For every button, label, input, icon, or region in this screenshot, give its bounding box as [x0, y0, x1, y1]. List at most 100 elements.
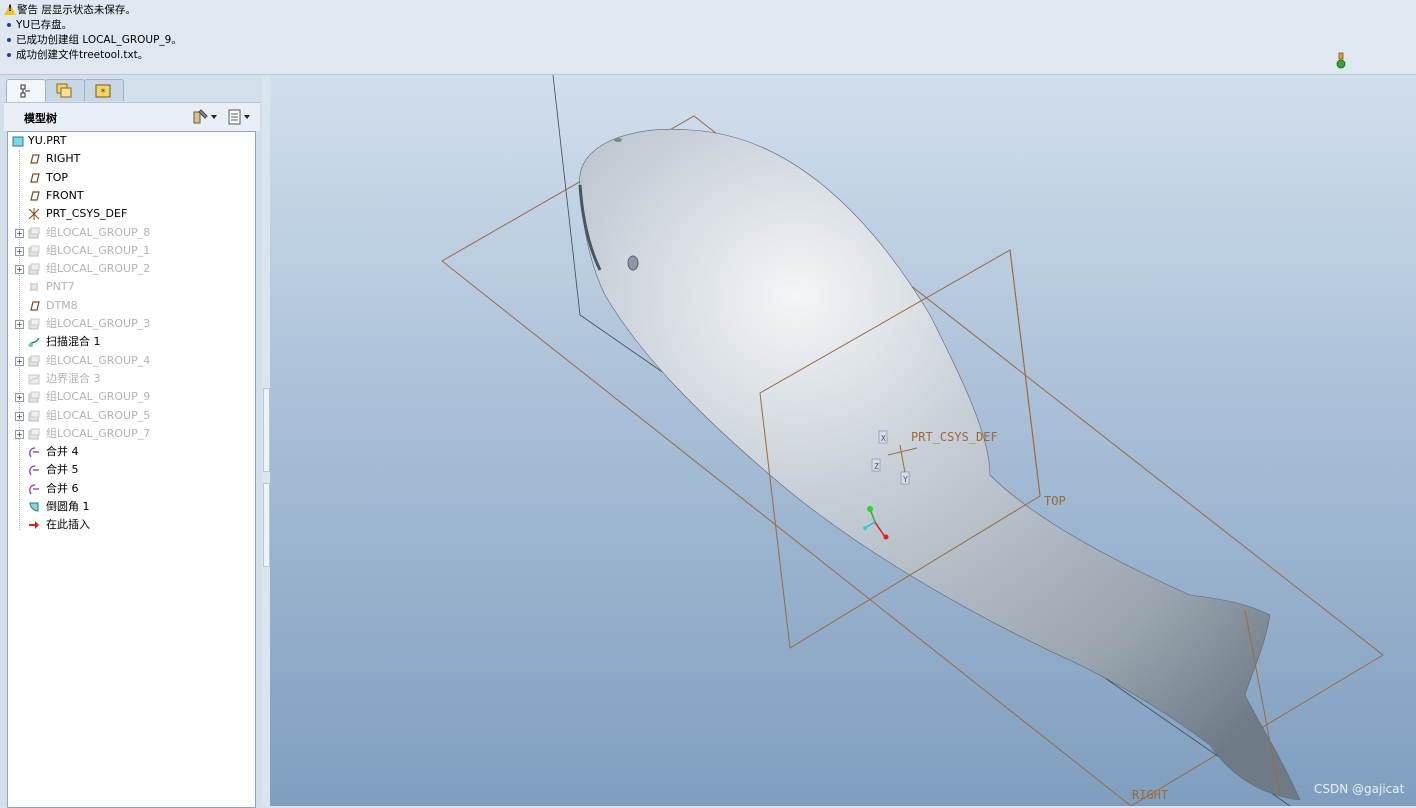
tree-item[interactable]: TOP — [8, 169, 253, 187]
tree-item-label: 在此插入 — [46, 518, 90, 532]
tree-item-label: YU.PRT — [28, 134, 67, 147]
group-icon — [28, 391, 40, 403]
expand-icon[interactable]: + — [15, 246, 24, 256]
tree-item[interactable]: 合并 4 — [8, 443, 253, 461]
group-icon — [28, 227, 40, 238]
expand-icon[interactable]: + — [15, 356, 24, 366]
tree-item-label: 扫描混合 1 — [46, 335, 101, 349]
tree-item[interactable]: PRT_CSYS_DEF — [8, 205, 253, 223]
group-icon — [28, 245, 40, 257]
favorites-tab-icon: * — [95, 84, 111, 98]
collapse-handle[interactable] — [263, 483, 270, 567]
collapse-handle[interactable] — [263, 388, 270, 472]
tree-item-label: 组LOCAL_GROUP_4 — [46, 353, 151, 367]
tree-item-label: FRONT — [46, 188, 84, 202]
tree-item[interactable]: 扫描混合 1 — [8, 333, 253, 351]
csys-icon — [28, 208, 40, 221]
tree-item-label: 组LOCAL_GROUP_5 — [46, 408, 151, 422]
datum-plane-icon — [30, 172, 40, 183]
tab-folder-browser[interactable] — [45, 79, 85, 101]
settings-tools-dropdown-icon[interactable] — [191, 108, 219, 126]
group-icon — [28, 410, 40, 421]
tree-item[interactable]: + 组LOCAL_GROUP_2 — [8, 260, 253, 278]
tree-item-label: TOP — [46, 170, 69, 184]
group-icon — [28, 355, 40, 367]
datum-point-icon — [29, 283, 39, 292]
tree-item-label: 合并 4 — [46, 445, 79, 459]
eye — [627, 255, 639, 271]
top-plane-label: TOP — [1044, 494, 1066, 508]
tree-item[interactable]: FRONT — [8, 187, 253, 205]
group-icon — [28, 428, 40, 440]
round-icon — [29, 502, 39, 512]
tree-item[interactable]: + 组LOCAL_GROUP_4 — [8, 352, 253, 370]
tree-item[interactable]: 倒圆角 1 — [8, 498, 253, 516]
tree-item-label: PNT7 — [46, 280, 75, 294]
watermark: CSDN @gajicat — [1314, 782, 1405, 796]
expand-icon[interactable]: + — [15, 320, 24, 329]
tree-item[interactable]: + 组LOCAL_GROUP_7 — [8, 425, 253, 443]
model-tree-tab-icon — [20, 84, 30, 98]
csys-label: PRT_CSYS_DEF — [911, 430, 998, 444]
tree-item-label: PRT_CSYS_DEF — [46, 207, 128, 221]
tab-favorites[interactable]: * — [84, 79, 124, 101]
message-line: 已成功创建组 LOCAL_GROUP_9。 — [4, 33, 182, 48]
graphics-window[interactable]: X Z Y PRT_CSYS_DEF TOP RIGHT CSDN @gajic… — [270, 75, 1416, 806]
message-line: 成功创建文件treetool.txt。 — [4, 48, 148, 63]
expand-icon[interactable]: + — [15, 393, 24, 403]
group-icon — [28, 318, 40, 330]
navigator-panel: * 模型树 YU.PRT RIGHT TOP FRONT PRT_CSYS_DEF + 组L… — [0, 75, 262, 808]
top-plane-edge — [1009, 249, 1041, 496]
message-area: 警告 层显示状态未保存。 YU已存盘。 已成功创建组 LOCAL_GROUP_9… — [0, 0, 1416, 75]
message-line: YU已存盘。 — [4, 18, 72, 33]
merge-icon — [29, 465, 39, 476]
tree-item[interactable]: RIGHT — [8, 150, 253, 168]
tree-item[interactable]: DTM8 — [8, 297, 253, 315]
show-dropdown-icon[interactable] — [226, 108, 254, 126]
tree-item[interactable]: + 组LOCAL_GROUP_3 — [8, 315, 253, 333]
message-line-warning: 警告 层显示状态未保存。 — [4, 3, 136, 18]
tree-item[interactable]: + 组LOCAL_GROUP_9 — [8, 388, 253, 406]
tree-item-label: 组LOCAL_GROUP_8 — [46, 225, 151, 239]
tree-item[interactable]: + 组LOCAL_GROUP_5 — [8, 407, 253, 425]
tree-item-label: 合并 6 — [46, 481, 79, 495]
merge-icon — [29, 447, 39, 458]
tree-item[interactable]: 合并 6 — [8, 480, 253, 498]
panel-splitter[interactable] — [262, 75, 270, 806]
tree-item-label: 组LOCAL_GROUP_3 — [46, 317, 151, 330]
tree-item[interactable]: + 组LOCAL_GROUP_1 — [8, 242, 253, 260]
csys-x-label: X — [881, 434, 886, 443]
bullet-icon — [7, 22, 11, 27]
tree-item[interactable]: 合并 5 — [8, 461, 253, 479]
expand-icon[interactable]: + — [15, 429, 24, 439]
tree-item-label: 边界混合 3 — [46, 371, 101, 385]
tree-item-label: 组LOCAL_GROUP_9 — [46, 390, 151, 404]
datum-plane-icon — [30, 191, 40, 201]
tree-item[interactable]: YU.PRT — [8, 132, 253, 150]
expand-icon[interactable]: + — [15, 411, 24, 421]
insert-here-arrow-icon — [29, 521, 39, 530]
merge-icon — [29, 484, 39, 495]
tree-item[interactable]: PNT7 — [8, 278, 253, 296]
expand-icon[interactable]: + — [15, 265, 24, 275]
datum-plane-icon — [30, 154, 40, 164]
swept-blend-icon — [28, 337, 40, 348]
tree-item-label: 合并 5 — [46, 463, 79, 477]
tree-item[interactable]: 在此插入 — [8, 516, 253, 534]
model-tree: YU.PRT RIGHT TOP FRONT PRT_CSYS_DEF + 组LOCAL_G… — [7, 131, 256, 808]
expand-icon[interactable]: + — [15, 228, 24, 238]
right-plane-label: RIGHT — [1132, 788, 1168, 802]
navigator-tabs: * — [4, 79, 262, 102]
tree-item[interactable]: + 组LOCAL_GROUP_8 — [8, 224, 253, 242]
group-icon — [28, 263, 40, 275]
blowhole — [614, 138, 622, 142]
warning-icon — [4, 4, 16, 15]
tab-model-tree[interactable] — [6, 79, 46, 102]
tree-item[interactable]: 边界混合 3 — [8, 370, 253, 388]
status-light-icon[interactable] — [1336, 52, 1346, 70]
folder-browser-tab-icon — [56, 83, 72, 98]
whale-body[interactable] — [579, 128, 1301, 801]
model-view[interactable]: X Z Y PRT_CSYS_DEF TOP RIGHT — [270, 75, 1416, 806]
tree-item-label: 倒圆角 1 — [46, 500, 90, 513]
tree-item-label: RIGHT — [46, 152, 81, 166]
